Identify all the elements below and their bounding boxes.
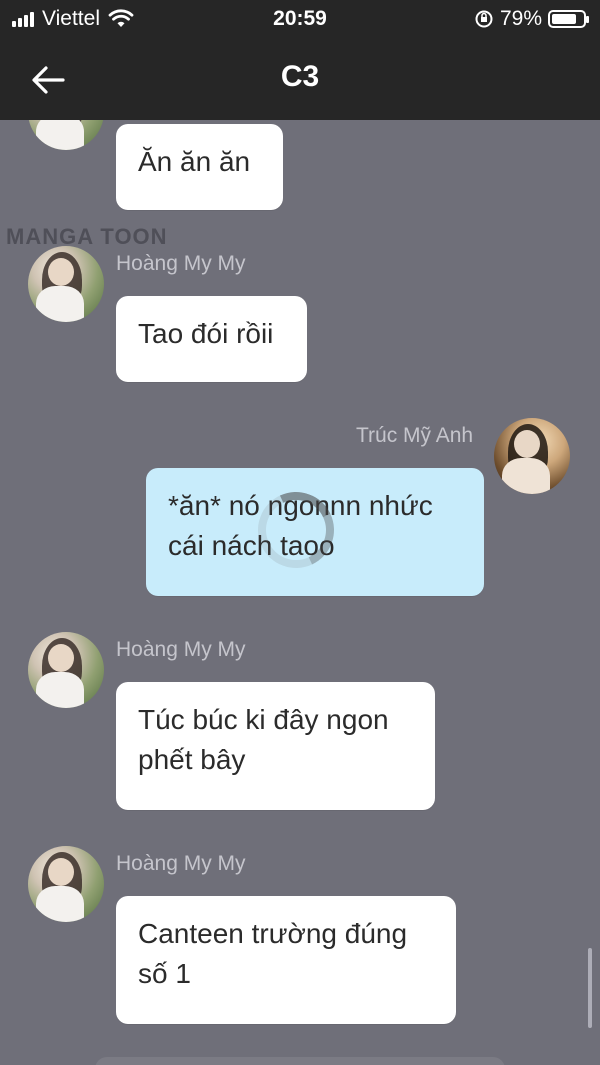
avatar[interactable] bbox=[28, 246, 104, 322]
chat-area[interactable]: Ăn ăn ăn MANGA TOON Hoàng My My Tao đói … bbox=[0, 120, 600, 1065]
status-right: 79% bbox=[474, 7, 589, 31]
avatar[interactable] bbox=[28, 632, 104, 708]
avatar[interactable] bbox=[494, 418, 570, 494]
page-title: C3 bbox=[280, 60, 320, 93]
message-bubble[interactable]: Túc búc ki đây ngon phết bây bbox=[116, 682, 435, 810]
watermark: MANGA TOON bbox=[6, 224, 168, 249]
message-text-line: Túc búc ki đây ngon bbox=[138, 704, 389, 735]
orientation-lock-icon bbox=[475, 10, 493, 28]
avatar[interactable] bbox=[28, 120, 104, 150]
battery-fill bbox=[552, 14, 576, 24]
sender-name: Trúc Mỹ Anh bbox=[356, 424, 474, 447]
message-bubble[interactable]: Ăn ăn ăn bbox=[116, 124, 283, 210]
message-bubble[interactable]: Tao đói rồii bbox=[116, 296, 307, 382]
next-message-edge bbox=[95, 1057, 505, 1065]
sender-name: Hoàng My My bbox=[116, 638, 246, 661]
message-bubble[interactable]: Canteen trường đúng số 1 bbox=[116, 896, 456, 1024]
message-text-line: Canteen trường đúng bbox=[138, 918, 408, 949]
status-bar: Viettel 20:59 79% bbox=[0, 0, 600, 40]
message-text-line: phết bây bbox=[138, 744, 246, 775]
chat-header: C3 bbox=[0, 40, 600, 120]
message-text: Tao đói rồii bbox=[138, 318, 274, 349]
sender-name: Hoàng My My bbox=[116, 852, 246, 875]
message-text: Ăn ăn ăn bbox=[138, 146, 251, 177]
message-text-line: số 1 bbox=[138, 958, 191, 989]
battery-percent: 79% bbox=[499, 7, 542, 30]
battery-icon bbox=[548, 10, 589, 28]
scrollbar[interactable] bbox=[588, 948, 592, 1028]
sender-name: Hoàng My My bbox=[116, 252, 246, 275]
avatar[interactable] bbox=[28, 846, 104, 922]
